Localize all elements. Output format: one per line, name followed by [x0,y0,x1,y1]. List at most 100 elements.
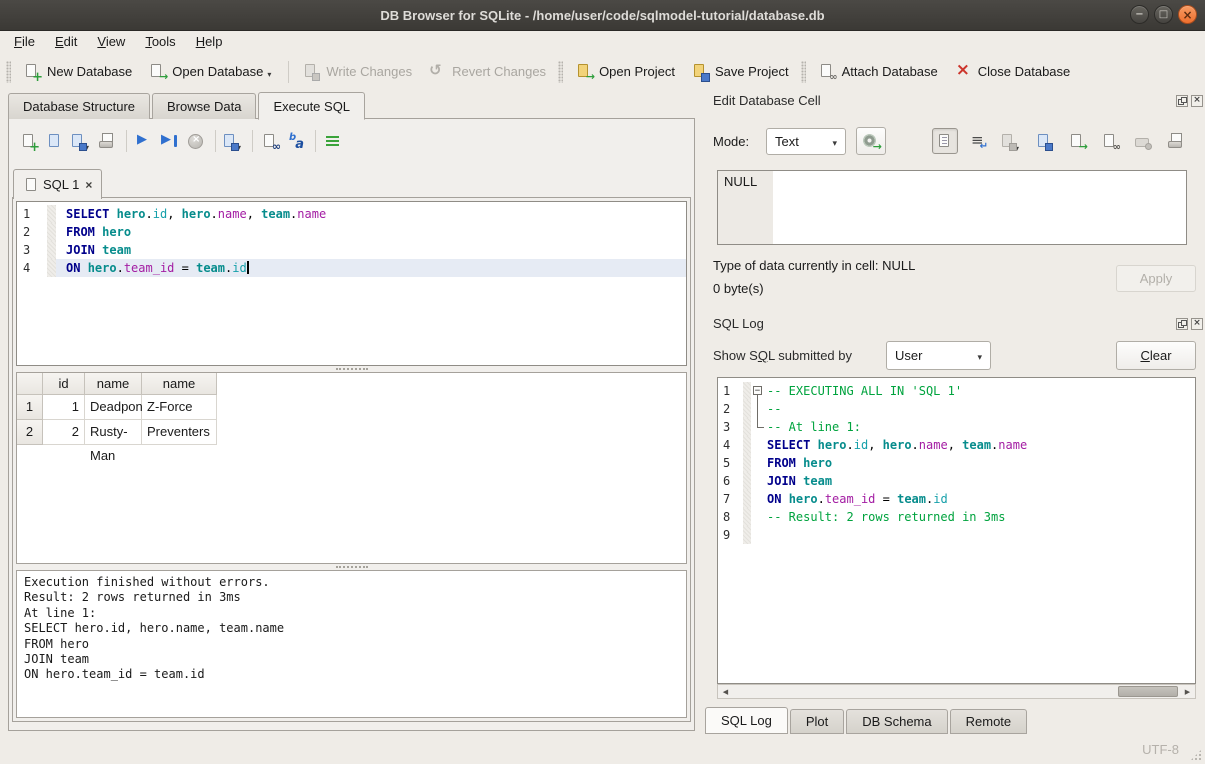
editor-line[interactable]: 2FROM hero [17,223,686,241]
toolbar-separator [288,61,289,83]
save-sql-file-button[interactable] [69,129,93,153]
indent-button[interactable] [321,129,345,153]
scrollbar-thumb[interactable] [1118,686,1178,697]
line-number: 7 [718,490,743,508]
close-panel-icon[interactable] [1191,318,1203,330]
scroll-right-icon[interactable] [1180,685,1195,698]
cell-editor[interactable]: NULL [717,170,1187,245]
title-bar[interactable]: DB Browser for SQLite - /home/user/code/… [0,0,1205,31]
menu-edit[interactable]: Edit [45,30,87,53]
open-sql-tab-button[interactable] [17,129,41,153]
print-sql-button[interactable] [95,129,119,153]
tab-database-structure[interactable]: Database Structure [8,93,150,119]
minimize-button[interactable]: − [1130,5,1149,24]
find-button[interactable] [258,129,282,153]
new-database-button[interactable]: New Database [15,58,140,85]
undock-icon[interactable] [1176,95,1188,107]
line-number: 2 [17,223,47,241]
fold-margin [47,205,56,223]
export-data-button[interactable] [1064,128,1090,154]
row-number-cell[interactable]: 2 [17,420,43,445]
close-panel-icon[interactable] [1191,95,1203,107]
horizontal-scrollbar[interactable] [717,684,1196,699]
menu-tools[interactable]: Tools [135,30,185,53]
table-cell[interactable]: Deadpond [85,395,142,420]
tab-browse-data[interactable]: Browse Data [152,93,256,119]
word-wrap-button[interactable] [965,128,991,154]
execute-current-line-button[interactable] [158,129,182,153]
sql-log-dock-buttons [1176,318,1203,330]
window-controls: −□ × [1125,5,1197,24]
fold-marker-icon[interactable] [751,382,767,400]
maximize-button[interactable]: □ [1154,5,1173,24]
toolbar-separator [252,130,253,152]
menu-view[interactable]: View [87,30,135,53]
dock-tab-plot[interactable]: Plot [790,709,844,734]
execute-icon [135,133,153,150]
edit-cell-dock-buttons [1176,95,1203,107]
close-tab-icon[interactable]: × [85,178,92,192]
table-cell[interactable]: Z-Force [142,395,217,420]
sql-log-view[interactable]: 1-- EXECUTING ALL IN 'SQL 1'2--3-- At li… [717,377,1196,684]
auto-switch-mode-button[interactable] [856,127,886,155]
sql-file-tab-label: SQL 1 [43,177,79,192]
open-database-button-dropdown-icon[interactable] [267,65,275,80]
save-project-button[interactable]: Save Project [683,58,797,85]
tab-execute-sql[interactable]: Execute SQL [258,92,365,120]
log-line: 5FROM hero [718,454,1195,472]
column-header[interactable]: name [142,373,217,395]
text-view-button[interactable] [932,128,958,154]
import-data-button[interactable] [1031,128,1057,154]
line-number: 1 [718,382,743,400]
undock-icon[interactable] [1176,318,1188,330]
code-line-text [767,526,1195,544]
column-header[interactable]: id [43,373,85,395]
dock-tab-remote[interactable]: Remote [950,709,1028,734]
menu-file[interactable]: File [4,30,45,53]
log-line: 1-- EXECUTING ALL IN 'SQL 1' [718,382,1195,400]
copy-link-button[interactable] [1097,128,1123,154]
log-line: 2-- [718,400,1195,418]
table-cell[interactable]: 1 [43,395,85,420]
editor-line[interactable]: 3JOIN team [17,241,686,259]
table-cell[interactable]: Rusty-Man [85,420,142,445]
close-button[interactable]: × [1178,5,1197,24]
print-cell-button[interactable] [1163,128,1189,154]
sql-file-tab[interactable]: SQL 1 × [13,169,102,199]
table-row: 22Rusty-ManPreventers [17,420,686,445]
editor-line[interactable]: 1SELECT hero.id, hero.name, team.name [17,205,686,223]
column-header[interactable]: name [85,373,142,395]
fold-margin [47,241,56,259]
open-project-button[interactable]: Open Project [567,58,683,85]
save-results-button[interactable] [221,129,245,153]
resize-grip[interactable] [1190,749,1202,761]
execution-message[interactable]: Execution finished without errors. Resul… [16,570,687,718]
row-number-cell[interactable]: 1 [17,395,43,420]
gear-import-icon [862,133,880,150]
table-cell[interactable]: 2 [43,420,85,445]
corner-header-cell[interactable] [17,373,43,395]
execute-all-button[interactable] [132,129,156,153]
editor-line[interactable]: 4ON hero.team_id = team.id [17,259,686,277]
dock-tab-db-schema[interactable]: DB Schema [846,709,947,734]
open-sql-file-button[interactable] [43,129,67,153]
toolbar-separator [315,130,316,152]
table-cell[interactable]: Preventers [142,420,217,445]
link-cell-icon [1101,133,1119,150]
attach-database-button[interactable]: Attach Database [810,58,946,85]
clear-log-button[interactable]: Clear [1116,341,1196,370]
log-source-select[interactable]: User [886,341,991,370]
scroll-left-icon[interactable] [718,685,733,698]
menu-help[interactable]: Help [186,30,233,53]
sql-editor[interactable]: 1SELECT hero.id, hero.name, team.name2FR… [16,201,687,366]
results-grid[interactable]: idnamename11DeadpondZ-Force22Rusty-ManPr… [16,372,687,564]
mode-select[interactable]: Text [766,128,846,155]
open-database-button-label: Open Database [172,64,263,79]
code-line-text: -- Result: 2 rows returned in 3ms [767,508,1195,526]
auto-format-button[interactable] [284,129,308,153]
dock-tab-sql-log[interactable]: SQL Log [705,707,788,734]
log-line: 7ON hero.team_id = team.id [718,490,1195,508]
open-database-button[interactable]: Open Database [140,58,283,85]
close-database-button[interactable]: Close Database [946,58,1079,85]
fold-marker-icon [751,418,767,436]
